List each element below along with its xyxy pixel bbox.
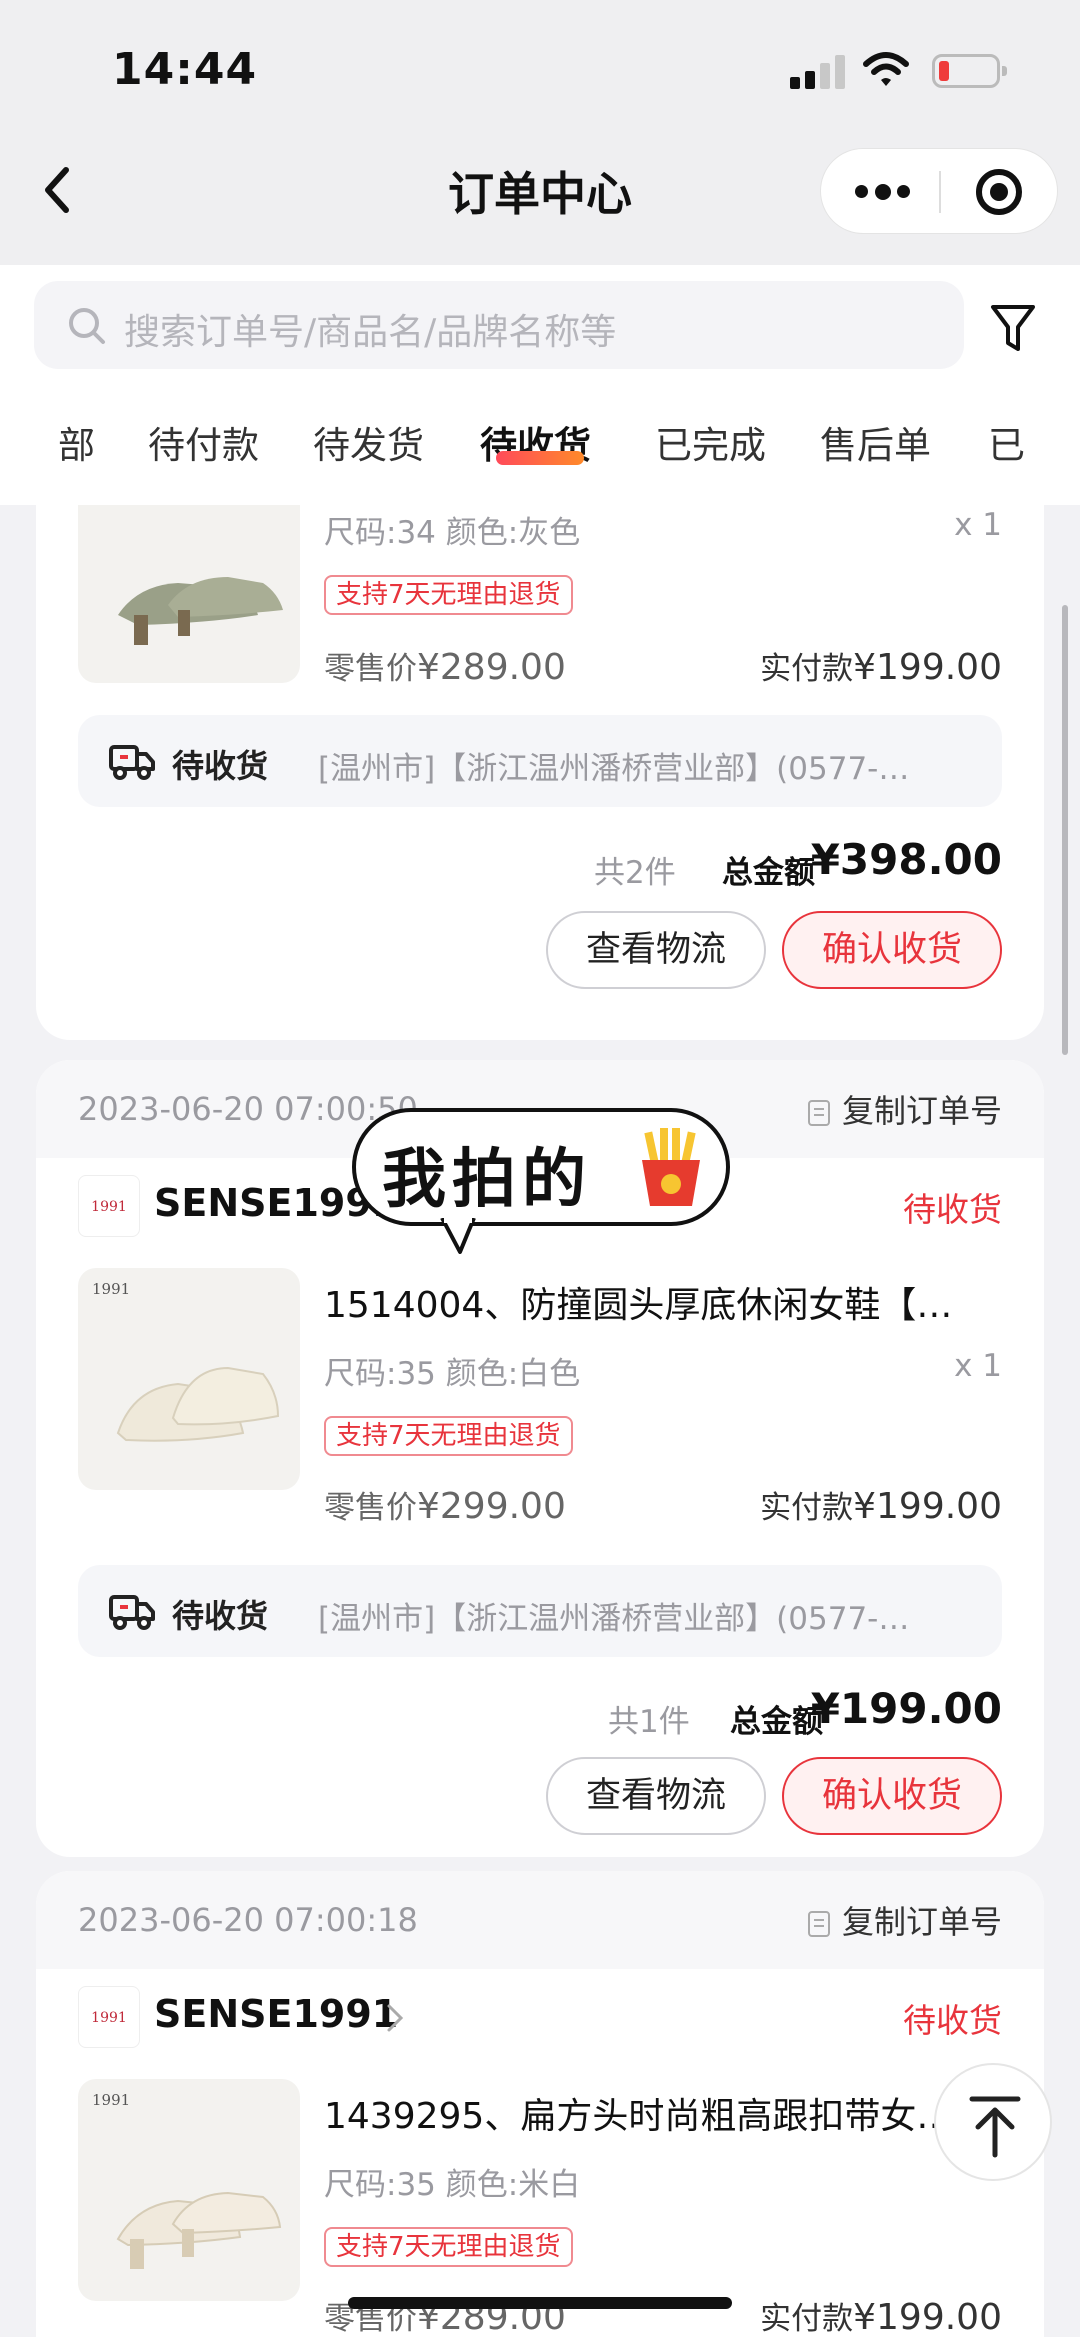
retail-price: 零售价¥299.00 <box>324 1486 566 1527</box>
copy-icon <box>807 1100 830 1126</box>
filter-icon[interactable] <box>990 303 1036 355</box>
miniprogram-capsule <box>820 148 1058 234</box>
truck-icon <box>109 1595 155 1630</box>
logistics-detail: [温州市]【浙江温州潘桥营业部】(0577-… <box>318 751 910 787</box>
logistics-status: 待收货 <box>172 747 269 785</box>
order-date: 2023-06-20 07:00:50 <box>78 1090 418 1128</box>
status-time: 14:44 <box>112 44 258 95</box>
shoe-image <box>116 1366 280 1442</box>
tab-pending-payment[interactable]: 待付款 <box>148 415 259 469</box>
product-spec: 尺码:35 颜色:米白 <box>324 2167 581 2203</box>
return-policy-badge: 支持7天无理由退货 <box>324 575 573 615</box>
battery-icon <box>932 54 1007 88</box>
brand-mark: 1991 <box>92 2091 131 2109</box>
copy-icon <box>807 1911 830 1937</box>
back-to-top-button[interactable] <box>934 2063 1052 2181</box>
home-indicator <box>348 2297 732 2309</box>
store-row[interactable]: 1991 SENSE1991 待收货 <box>36 1986 1044 2058</box>
top-bar: 14:44 订单中心 <box>0 0 1080 265</box>
tab-after-sales[interactable]: 售后单 <box>820 415 931 469</box>
copy-order-number[interactable]: 复制订单号 <box>807 1086 1002 1132</box>
item-count: 共2件 <box>594 855 676 891</box>
scrollbar[interactable] <box>1062 605 1068 1055</box>
store-name: SENSE1991 <box>154 1992 399 2036</box>
search-icon <box>69 308 105 344</box>
logistics-bar[interactable]: 待收货 [温州市]【浙江温州潘桥营业部】(0577-… <box>78 1565 1002 1657</box>
logistics-detail: [温州市]【浙江温州潘桥营业部】(0577-… <box>318 1601 910 1637</box>
product-thumbnail[interactable]: 1991 <box>78 2079 300 2301</box>
total-amount: ¥398.00 <box>810 835 1002 884</box>
sticker-text: 我拍的 <box>382 1143 592 1217</box>
product-spec: 尺码:35 颜色:白色 <box>324 1356 581 1392</box>
product-quantity: x 1 <box>954 1348 1002 1384</box>
product-thumbnail[interactable] <box>78 505 300 683</box>
sticker-bubble: 我拍的 <box>352 1108 730 1226</box>
order-card: 尺码:34 颜色:灰色 x 1 支持7天无理由退货 零售价¥289.00 实付款… <box>36 505 1044 1040</box>
return-policy-badge: 支持7天无理由退货 <box>324 2227 573 2267</box>
chevron-right-icon <box>387 2004 404 2032</box>
copy-order-number[interactable]: 复制订单号 <box>807 1897 1002 1943</box>
retail-price: 零售价¥289.00 <box>324 647 566 688</box>
brand-mark: 1991 <box>92 1280 131 1298</box>
total-label: 总金额 <box>722 855 815 891</box>
close-miniprogram-icon[interactable] <box>976 169 1022 215</box>
confirm-receipt-button[interactable]: 确认收货 <box>782 911 1002 989</box>
tab-all[interactable]: 部 <box>58 415 95 469</box>
product-title[interactable]: 1439295、扁方头时尚粗高跟扣带女… <box>324 2087 1004 2139</box>
total-label: 总金额 <box>730 1704 823 1740</box>
order-status: 待收货 <box>903 1190 1002 1229</box>
shoe-image <box>118 577 283 645</box>
view-logistics-button[interactable]: 查看物流 <box>546 911 766 989</box>
orders-list[interactable]: 尺码:34 颜色:灰色 x 1 支持7天无理由退货 零售价¥289.00 实付款… <box>0 505 1080 2337</box>
logistics-bar[interactable]: 待收货 [温州市]【浙江温州潘桥营业部】(0577-… <box>78 715 1002 807</box>
more-icon[interactable] <box>855 177 913 207</box>
tab-completed[interactable]: 已完成 <box>655 415 766 469</box>
capsule-divider <box>939 171 941 213</box>
search-placeholder: 搜索订单号/商品名/品牌名称等 <box>124 312 617 353</box>
tab-pending-shipment[interactable]: 待发货 <box>313 415 424 469</box>
fries-emoji-icon <box>642 1128 700 1206</box>
paid-price: 实付款¥199.00 <box>760 647 1002 688</box>
paid-price: 实付款¥199.00 <box>760 2297 1002 2337</box>
active-tab-indicator <box>496 451 584 465</box>
store-logo: 1991 <box>78 1986 140 2048</box>
arrow-up-icon <box>969 2096 1021 2158</box>
store-logo: 1991 <box>78 1175 140 1237</box>
order-card: 2023-06-20 07:00:18 复制订单号 1991 SENSE1991… <box>36 1871 1044 2337</box>
order-header: 2023-06-20 07:00:18 复制订单号 <box>36 1871 1044 1969</box>
product-quantity: x 1 <box>954 507 1002 543</box>
product-title[interactable]: 1514004、防撞圆头厚底休闲女鞋【… <box>324 1276 1004 1328</box>
search-and-tabs: 搜索订单号/商品名/品牌名称等 部 待付款 待发货 待收货 已完成 售后单 已 <box>0 265 1080 505</box>
order-status: 待收货 <box>903 2001 1002 2040</box>
view-logistics-button[interactable]: 查看物流 <box>546 1757 766 1835</box>
product-spec: 尺码:34 颜色:灰色 <box>324 515 581 551</box>
shoe-image <box>116 2191 282 2269</box>
truck-icon <box>109 745 155 780</box>
product-thumbnail[interactable]: 1991 <box>78 1268 300 1490</box>
item-count: 共1件 <box>608 1704 690 1740</box>
wifi-icon <box>863 52 909 86</box>
cellular-signal-icon <box>790 55 846 89</box>
total-amount: ¥199.00 <box>810 1684 1002 1733</box>
confirm-receipt-button[interactable]: 确认收货 <box>782 1757 1002 1835</box>
search-input[interactable]: 搜索订单号/商品名/品牌名称等 <box>34 281 964 369</box>
tab-more[interactable]: 已 <box>988 415 1025 469</box>
paid-price: 实付款¥199.00 <box>760 1486 1002 1527</box>
return-policy-badge: 支持7天无理由退货 <box>324 1416 573 1456</box>
logistics-status: 待收货 <box>172 1597 269 1635</box>
order-date: 2023-06-20 07:00:18 <box>78 1901 418 1939</box>
sticker-tail <box>440 1218 476 1254</box>
